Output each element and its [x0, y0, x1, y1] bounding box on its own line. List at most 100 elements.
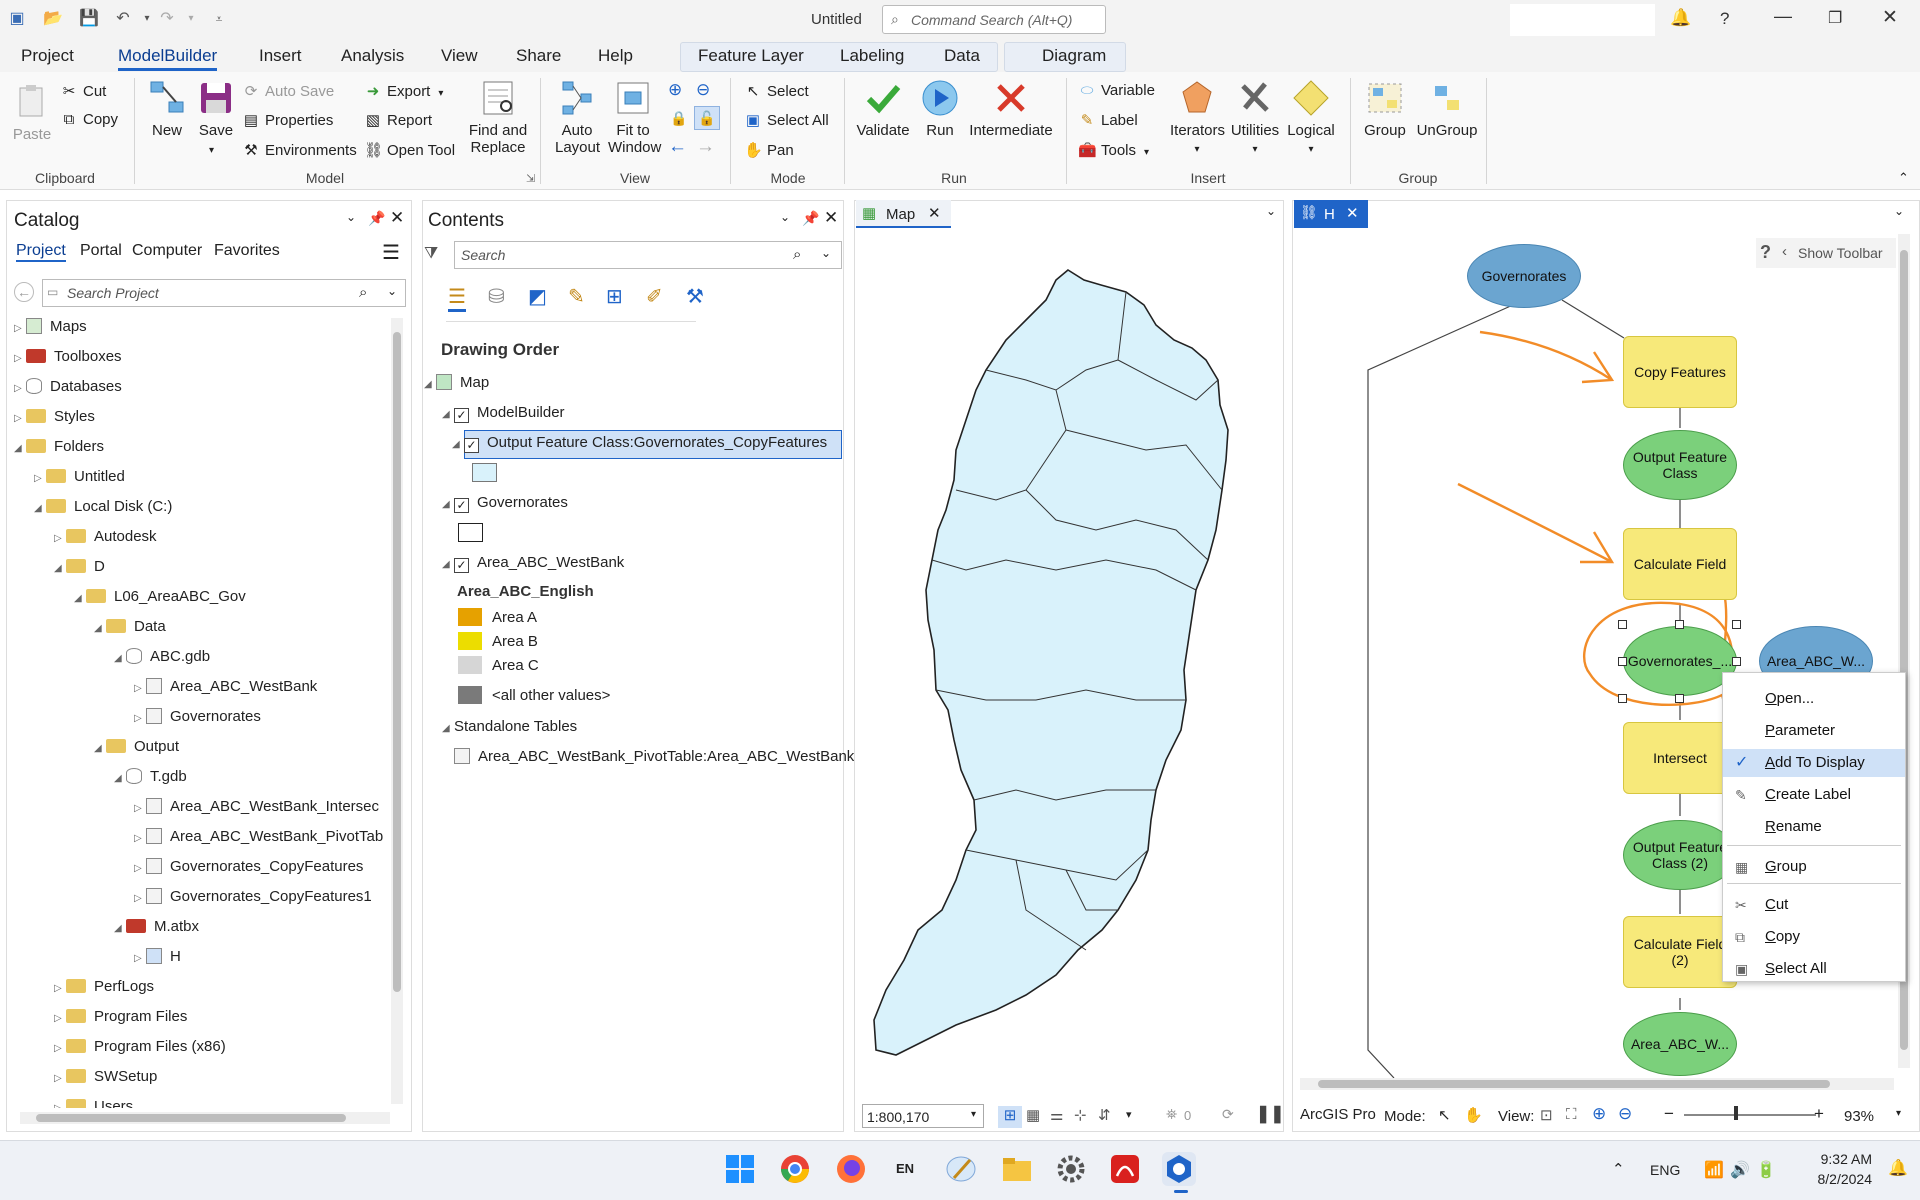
contents-map-node[interactable]: ◢ Map [424, 374, 489, 391]
output-layer-symbol[interactable] [472, 463, 497, 482]
catalog-close-icon[interactable]: ✕ [390, 208, 404, 228]
tab-share[interactable]: Share [516, 44, 561, 68]
find-replace-button[interactable]: Find and Replace [466, 78, 530, 156]
model-tab-close-icon[interactable]: ✕ [1346, 204, 1359, 222]
arcgis-pro-icon[interactable] [1162, 1152, 1196, 1186]
catalog-tree-item[interactable]: ▷ H [134, 948, 181, 965]
wifi-icon[interactable]: 📶 [1704, 1160, 1724, 1180]
unlock-icon[interactable]: 🔓 [694, 106, 720, 130]
mode-select-icon[interactable]: ↖ [1438, 1106, 1451, 1124]
node-area-abc-westbank-output[interactable]: Area_ABC_W... [1623, 1012, 1737, 1076]
pivot-table-item[interactable]: Area_ABC_WestBank_PivotTable:Area_ABC_We… [454, 748, 867, 765]
collapsed-icon[interactable]: ▷ [14, 383, 26, 394]
map-view-tab[interactable]: ▦ Map ✕ [856, 200, 951, 228]
contents-search-input[interactable]: Search ⌕ ⌄ [454, 241, 842, 269]
catalog-tree-item[interactable]: ▷ Governorates_CopyFeatures [134, 858, 363, 875]
paste-button[interactable]: Paste [12, 82, 52, 143]
model-view-tab[interactable]: ⛓ H ✕ [1294, 200, 1368, 228]
catalog-hscrollbar[interactable] [20, 1112, 390, 1124]
context-menu-item[interactable]: ⧉ Copy [1723, 923, 1905, 951]
customize-qat-icon[interactable]: ⩡ [208, 8, 230, 30]
collapsed-icon[interactable]: ▷ [134, 803, 146, 814]
zoom-out-icon[interactable]: ⊖ [696, 80, 710, 100]
node-intersect[interactable]: Intersect [1623, 722, 1737, 794]
tab-labeling[interactable]: Labeling [840, 44, 904, 68]
drawing-order-icon[interactable]: ☰ [448, 284, 466, 312]
constraints-icon[interactable]: ⊹ [1074, 1106, 1087, 1124]
windows-start-icon[interactable] [723, 1152, 757, 1186]
expanded-icon[interactable]: ◢ [74, 593, 86, 604]
node-calculate-field[interactable]: Calculate Field [1623, 528, 1737, 600]
perspective-icon[interactable]: ⚒ [686, 284, 704, 309]
expanded-icon[interactable]: ◢ [54, 563, 66, 574]
catalog-tree-item[interactable]: ▷ Program Files [54, 1008, 187, 1025]
collapsed-icon[interactable]: ▷ [14, 413, 26, 424]
model-zoom-in-icon[interactable]: ⊕ [1592, 1104, 1606, 1124]
selection-handle[interactable] [1732, 657, 1741, 666]
show-hidden-icons-chevron-icon[interactable]: ⌃ [1612, 1160, 1625, 1178]
layer-group-modelbuilder[interactable]: ◢ ✓ ModelBuilder [442, 404, 565, 423]
expanded-icon[interactable]: ◢ [114, 773, 126, 784]
catalog-tree-item[interactable]: ◢ M.atbx [114, 918, 199, 935]
context-menu-item[interactable]: ✓ Add To Display [1723, 749, 1905, 777]
selection-handle[interactable] [1732, 620, 1741, 629]
selection-handle[interactable] [1618, 694, 1627, 703]
node-output-feature-class[interactable]: Output Feature Class [1623, 430, 1737, 500]
tools-button[interactable]: 🧰 Tools ▾ [1078, 141, 1149, 159]
catalog-tree-item[interactable]: ▷ Area_ABC_WestBank [134, 678, 317, 695]
new-model-button[interactable]: New [145, 78, 189, 139]
acrobat-icon[interactable] [1108, 1152, 1142, 1186]
collapsed-icon[interactable]: ▷ [134, 863, 146, 874]
node-output-feature-class-2[interactable]: Output Feature Class (2) [1623, 820, 1737, 890]
select-all-button[interactable]: ▣ Select All [744, 111, 829, 129]
context-menu-item[interactable]: Open... [1723, 685, 1905, 713]
contents-pin-icon[interactable]: 📌 [802, 210, 819, 227]
collapsed-icon[interactable]: ▷ [134, 833, 146, 844]
selection-handle[interactable] [1618, 620, 1627, 629]
catalog-tree-item[interactable]: ▷ Autodesk [54, 528, 157, 545]
node-governorates-variable-selected[interactable]: Governorates_... [1623, 626, 1737, 696]
catalog-tree-item[interactable]: ◢ Data [94, 618, 166, 635]
catalog-tree-item[interactable]: ▷ Databases [14, 378, 122, 395]
mode-pan-icon[interactable]: ✋ [1464, 1106, 1483, 1124]
tab-diagram[interactable]: Diagram [1042, 44, 1106, 68]
catalog-tree-item[interactable]: ▷ Untitled [34, 468, 125, 485]
environments-button[interactable]: ⚒ Environments [242, 141, 356, 159]
iterators-button[interactable]: Iterators ▾ [1170, 78, 1225, 156]
map-tools-dropdown-icon[interactable]: ▾ [1126, 1108, 1132, 1121]
cut-button[interactable]: ✂ Cut [60, 82, 107, 100]
lock-icon[interactable]: 🔒 [670, 110, 687, 127]
group-button[interactable]: Group [1360, 78, 1410, 139]
catalog-tree-item[interactable]: ▷ Governorates [134, 708, 261, 725]
pause-drawing-icon[interactable]: ❚❚ [1256, 1104, 1285, 1124]
contents-close-icon[interactable]: ✕ [824, 208, 838, 228]
zoom-dropdown-icon[interactable]: ▾ [1896, 1108, 1901, 1119]
copy-button[interactable]: ⧉ Copy [60, 111, 118, 128]
snapping-toggle-icon[interactable]: ⚌ [1050, 1106, 1063, 1124]
grid-icon[interactable]: ▦ [1026, 1106, 1040, 1124]
zoom-plus-icon[interactable]: + [1814, 1104, 1824, 1124]
expanded-icon[interactable]: ◢ [114, 653, 126, 664]
fit-view-icon[interactable]: ⊡ [1540, 1106, 1553, 1124]
zoom-minus-icon[interactable]: − [1664, 1104, 1674, 1124]
collapsed-icon[interactable]: ▷ [54, 1013, 66, 1024]
expanded-icon[interactable]: ◢ [94, 623, 106, 634]
next-extent-icon[interactable]: → [696, 136, 715, 158]
governorates-layer-symbol[interactable] [458, 523, 483, 542]
catalog-tree-item[interactable]: ▷ PerfLogs [54, 978, 154, 995]
catalog-tab-computer[interactable]: Computer [132, 242, 202, 260]
catalog-hscroll-thumb[interactable] [36, 1114, 346, 1122]
node-governorates[interactable]: Governorates [1467, 244, 1581, 308]
catalog-tree-item[interactable]: ◢ D [54, 558, 105, 575]
collapsed-icon[interactable]: ▷ [134, 953, 146, 964]
selection-handle[interactable] [1675, 694, 1684, 703]
context-menu-item[interactable]: ✂ Cut [1723, 891, 1905, 919]
language-input-icon[interactable]: EN [888, 1158, 922, 1180]
correction-icon[interactable]: ⇵ [1098, 1106, 1111, 1124]
catalog-tree-item[interactable]: ▷ Area_ABC_WestBank_PivotTab [134, 828, 383, 845]
collapsed-icon[interactable]: ▷ [134, 713, 146, 724]
notification-bell-icon[interactable]: 🔔 [1670, 8, 1691, 28]
catalog-tree-item[interactable]: ▷ Toolboxes [14, 348, 122, 365]
collapsed-icon[interactable]: ▷ [14, 353, 26, 364]
catalog-scroll-thumb[interactable] [393, 332, 401, 992]
